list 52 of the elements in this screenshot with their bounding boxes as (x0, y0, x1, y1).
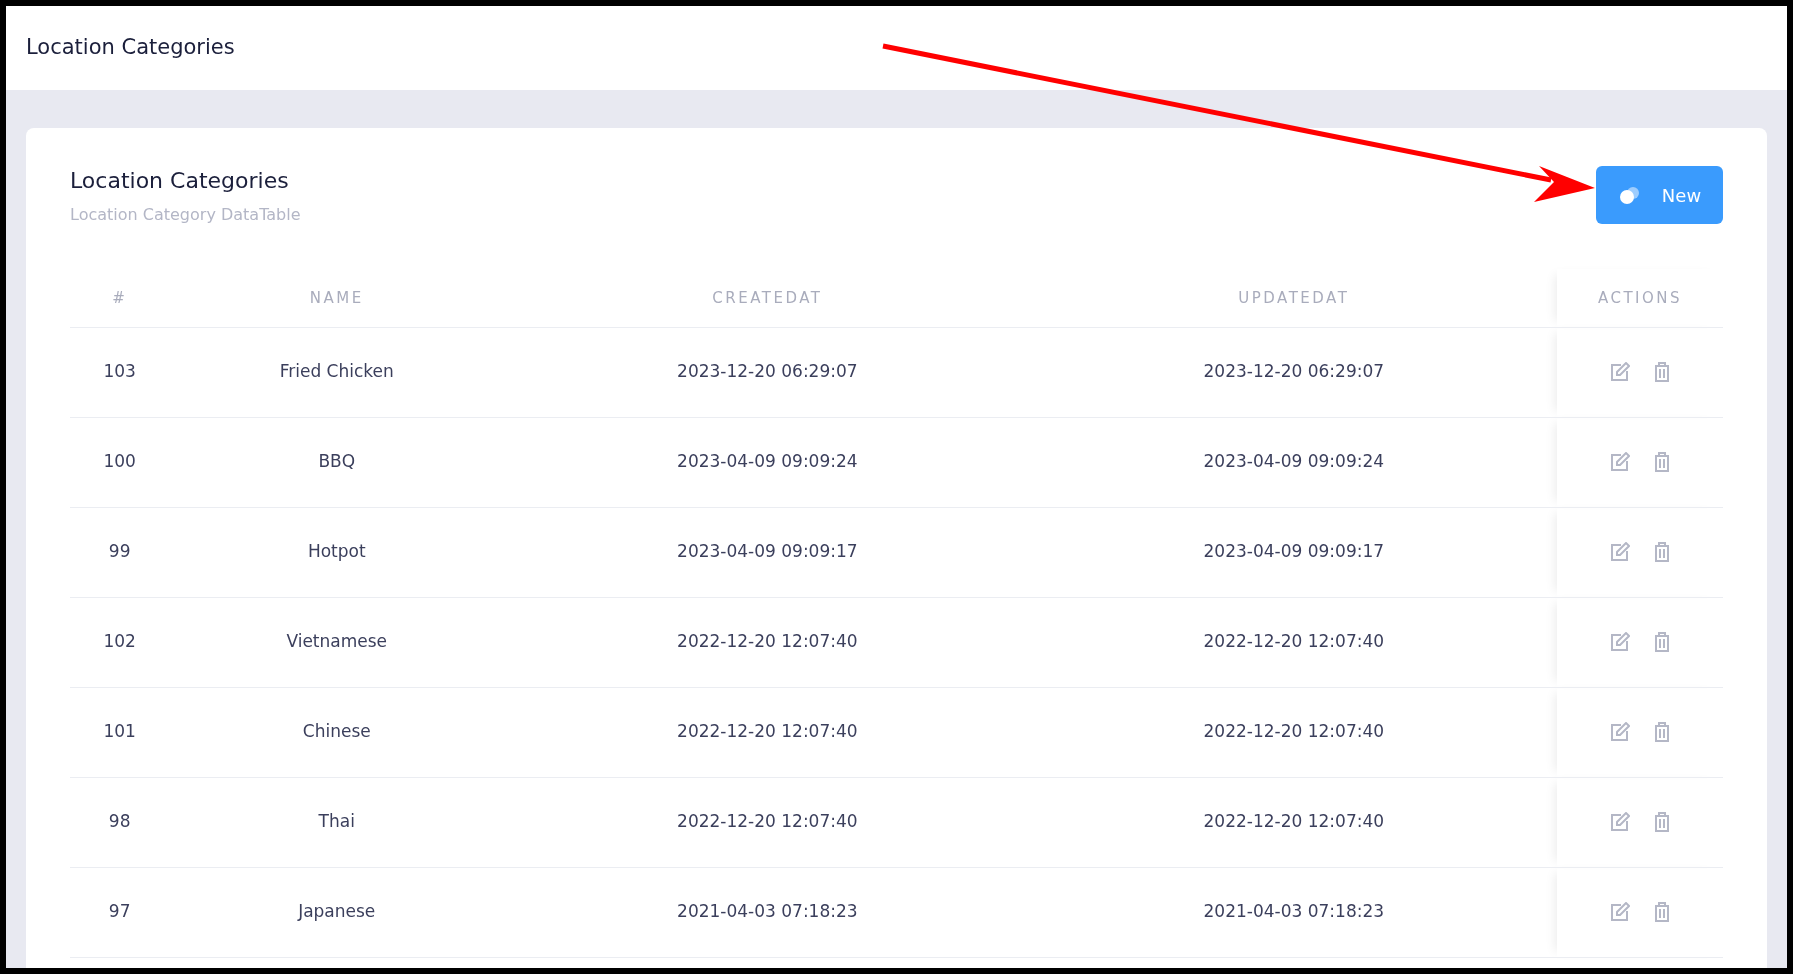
edit-icon[interactable] (1610, 632, 1630, 653)
table-cell: 2022-12-20 12:07:40 (1203, 811, 1385, 832)
edit-icon[interactable] (1610, 812, 1630, 833)
card-title: Location Categories (70, 167, 290, 195)
table-cell: Fried Chicken (279, 361, 394, 382)
trash-icon[interactable] (1654, 542, 1670, 563)
table-cell: 99 (108, 541, 131, 562)
table-cell: 2022-12-20 12:07:40 (677, 811, 858, 832)
trash-icon[interactable] (1654, 722, 1670, 743)
column-header: # (112, 288, 128, 307)
table-cell: 2023-12-20 06:29:07 (1203, 361, 1385, 382)
table-cell: 2023-04-09 09:09:24 (1203, 451, 1385, 472)
table-cell: 97 (108, 901, 131, 922)
table-cell: 101 (103, 721, 136, 742)
table-cell: Vietnamese (286, 631, 388, 652)
page-title: Location Categories (26, 34, 235, 62)
table-cell: BBQ (318, 451, 356, 472)
table-cell: Chinese (302, 721, 371, 742)
trash-icon[interactable] (1654, 632, 1670, 653)
table-cell: 2022-12-20 12:07:40 (677, 721, 858, 742)
table-cell: 2022-12-20 12:07:40 (1203, 721, 1385, 742)
table-cell: 103 (103, 361, 136, 382)
edit-icon[interactable] (1610, 452, 1630, 473)
column-header: ACTIONS (1597, 288, 1683, 307)
table-cell: 2023-04-09 09:09:24 (677, 451, 858, 472)
table-cell: 2021-04-03 07:18:23 (677, 901, 858, 922)
trash-icon[interactable] (1654, 812, 1670, 833)
trash-icon[interactable] (1654, 362, 1670, 383)
trash-icon[interactable] (1654, 902, 1670, 923)
trash-icon[interactable] (1654, 452, 1670, 473)
table-cell: 100 (103, 451, 136, 472)
table-cell: 2023-04-09 09:09:17 (1203, 541, 1385, 562)
table-cell: 2022-12-20 12:07:40 (1203, 631, 1385, 652)
edit-icon[interactable] (1610, 362, 1630, 383)
table-cell: 2023-12-20 06:29:07 (677, 361, 858, 382)
edit-icon[interactable] (1610, 902, 1630, 923)
table-cell: 98 (108, 811, 131, 832)
table-cell: 2023-04-09 09:09:17 (677, 541, 858, 562)
column-header: CREATEDAT (712, 288, 823, 307)
table-cell: Hotpot (307, 541, 366, 562)
table-cell: 102 (103, 631, 136, 652)
new-button[interactable]: New (1596, 166, 1723, 224)
edit-icon[interactable] (1610, 542, 1630, 563)
table-cell: Thai (318, 811, 355, 832)
table-cell: 2022-12-20 12:07:40 (677, 631, 858, 652)
edit-icon[interactable] (1610, 722, 1630, 743)
table-cell: 2021-04-03 07:18:23 (1203, 901, 1385, 922)
column-header: NAME (309, 288, 364, 307)
column-header: UPDATEDAT (1238, 288, 1350, 307)
table-cell: Japanese (298, 901, 376, 922)
card-subtitle: Location Category DataTable (70, 204, 301, 226)
circles-icon (1617, 185, 1642, 205)
